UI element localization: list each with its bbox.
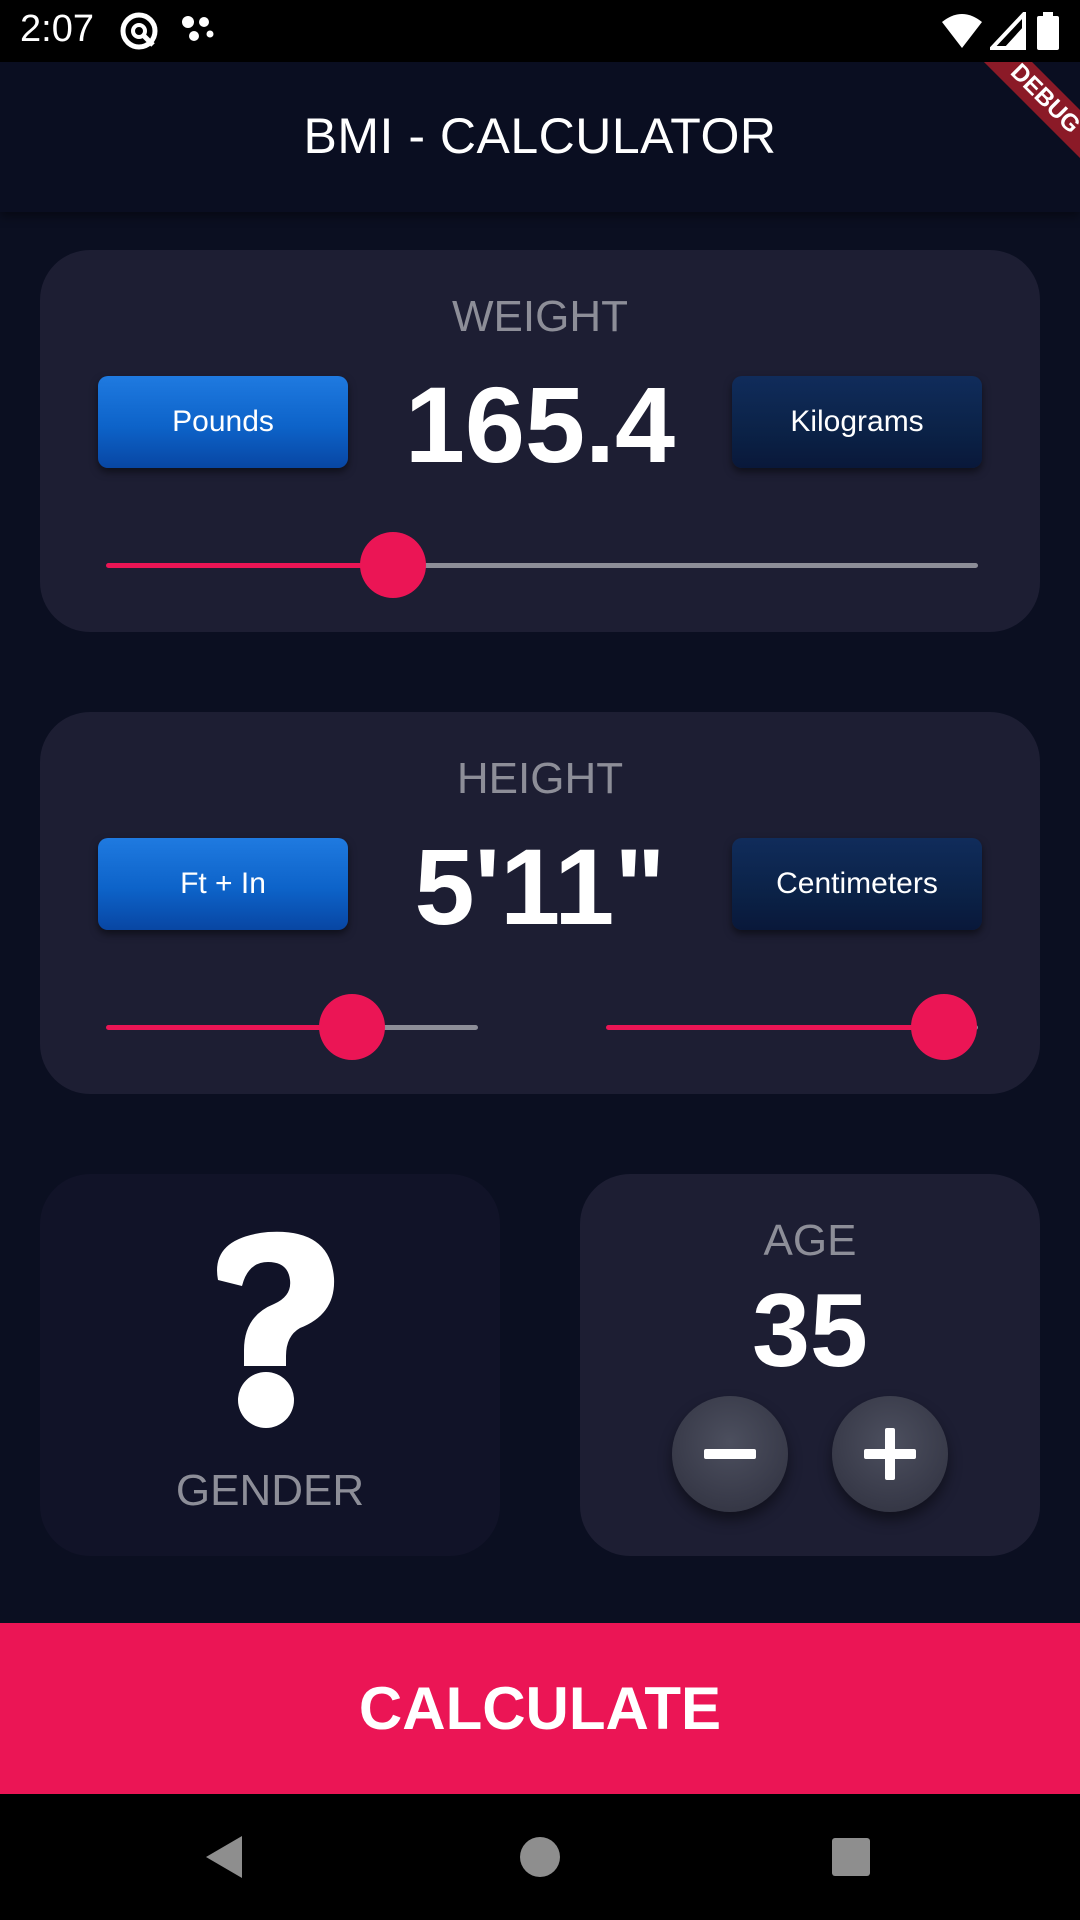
age-label: AGE [763,1216,857,1265]
wifi-icon [940,12,984,54]
pounds-button[interactable]: Pounds [98,376,348,468]
weight-slider[interactable] [106,530,978,600]
debug-banner: DEBUG [960,62,1080,182]
plus-icon [864,1428,916,1480]
weight-slider-active-track [106,563,393,568]
navigation-bar [0,1794,1080,1920]
calculate-label: CALCULATE [358,1675,722,1742]
signal-icon [987,8,1026,54]
gender-card[interactable]: GENDER [40,1174,500,1556]
status-time: 2:07 [20,8,94,50]
at-sign-icon [118,10,160,56]
centimeters-button[interactable]: Centimeters [732,838,982,930]
minus-icon [704,1449,756,1459]
age-plus-button[interactable] [832,1396,948,1512]
debug-banner-label: DEBUG [972,62,1080,172]
inches-slider-thumb[interactable] [911,994,977,1060]
gender-label: GENDER [175,1466,365,1515]
question-mark-icon [190,1216,350,1435]
age-value: 35 [752,1273,868,1389]
age-minus-button[interactable] [672,1396,788,1512]
status-bar: 2:07 [0,0,1080,62]
calculate-button[interactable]: CALCULATE [0,1623,1080,1794]
dots-icon [178,10,218,54]
kilograms-button[interactable]: Kilograms [732,376,982,468]
feet-slider-active-track [106,1025,352,1030]
feet-slider[interactable] [106,992,478,1062]
weight-slider-thumb[interactable] [360,532,426,598]
back-icon[interactable] [200,1832,250,1886]
feet-slider-thumb[interactable] [319,994,385,1060]
height-label: HEIGHT [456,754,624,803]
weight-value: 165.4 [404,364,676,485]
battery-icon [1037,12,1059,54]
inches-slider-active-track [606,1025,944,1030]
weight-card: WEIGHT Pounds 165.4 Kilograms [40,250,1040,632]
inches-slider[interactable] [606,992,978,1062]
weight-label: WEIGHT [452,292,628,341]
recents-icon[interactable] [830,1834,872,1884]
app-bar: BMI - CALCULATOR [0,62,1080,212]
ft-in-button[interactable]: Ft + In [98,838,348,930]
height-value: 5'11" [414,826,666,947]
home-icon[interactable] [518,1832,562,1886]
height-card: HEIGHT Ft + In 5'11" Centimeters [40,712,1040,1094]
weight-slider-inactive-track [393,563,978,568]
page-title: BMI - CALCULATOR [303,108,777,164]
age-card: AGE 35 [580,1174,1040,1556]
